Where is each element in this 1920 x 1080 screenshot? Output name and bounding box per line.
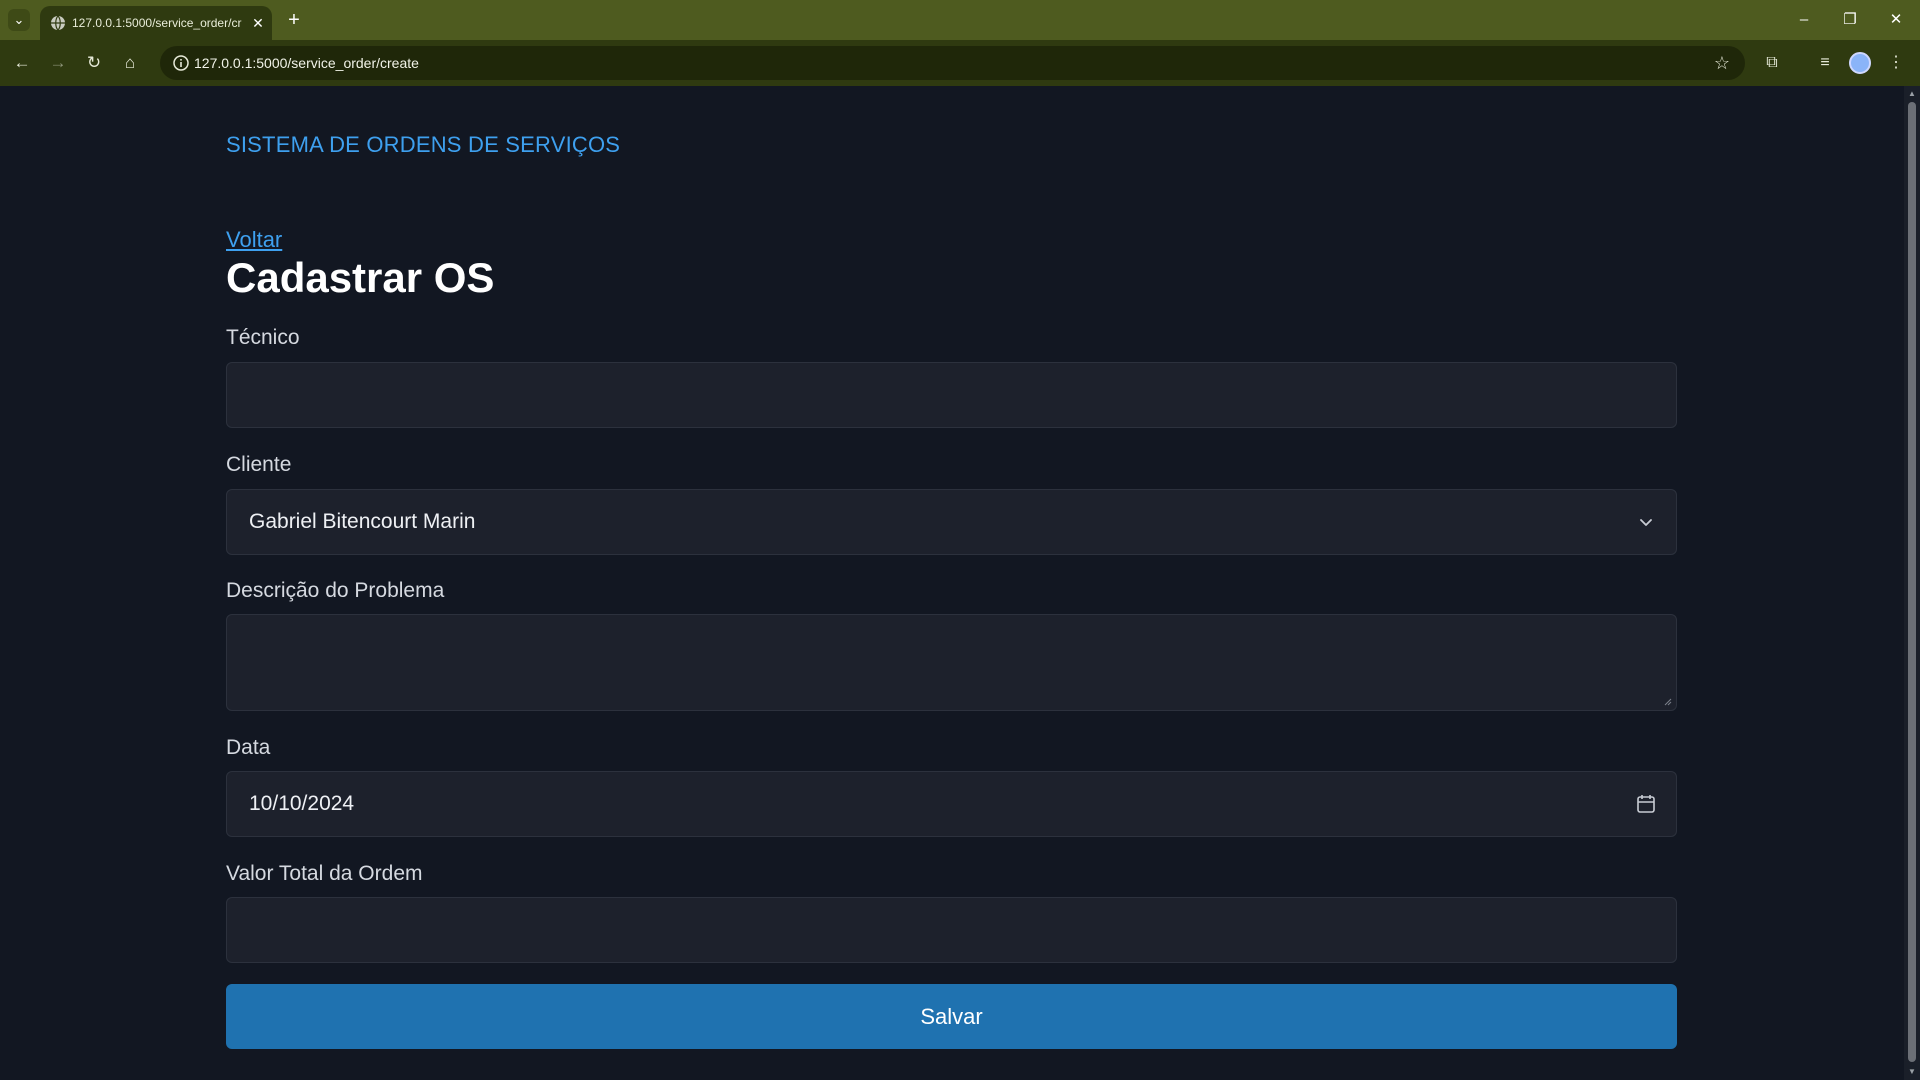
scrollbar-thumb[interactable] — [1908, 102, 1916, 1062]
browser-toolbar: ← → ↻ ⌂ 127.0.0.1:5000/service_order/cre… — [0, 40, 1920, 86]
save-button[interactable]: Salvar — [226, 984, 1677, 1049]
tecnico-label: Técnico — [226, 326, 300, 349]
info-icon[interactable] — [172, 54, 190, 72]
tab-list-icon[interactable]: ⌄ — [8, 9, 30, 31]
profile-icon[interactable] — [1849, 52, 1871, 74]
globe-icon — [51, 15, 65, 31]
cliente-selected-value: Gabriel Bitencourt Marin — [249, 510, 476, 533]
back-icon[interactable]: ← — [10, 51, 34, 75]
close-icon[interactable]: ✕ — [248, 13, 268, 33]
page-title: Cadastrar OS — [226, 254, 495, 301]
chevron-down-icon — [1640, 519, 1652, 526]
page-content: SISTEMA DE ORDENS DE SERVIÇOS Voltar Cad… — [0, 86, 1904, 1080]
minimize-button[interactable]: – — [1786, 8, 1822, 32]
address-bar[interactable]: 127.0.0.1:5000/service_order/create ☆ — [160, 46, 1745, 80]
scroll-down-icon[interactable]: ▼ — [1907, 1067, 1917, 1077]
data-input[interactable]: 10/10/2024 — [226, 771, 1677, 837]
star-icon[interactable]: ☆ — [1711, 52, 1733, 74]
back-link[interactable]: Voltar — [226, 227, 282, 253]
browser-tab-bar: ⌄ 127.0.0.1:5000/service_order/cr ✕ + – … — [0, 0, 1920, 40]
plus-icon[interactable]: + — [282, 8, 306, 32]
scroll-up-icon[interactable]: ▲ — [1907, 89, 1917, 99]
window-close-button[interactable]: ✕ — [1878, 8, 1914, 32]
forward-icon[interactable]: → — [46, 51, 70, 75]
cliente-select[interactable]: Gabriel Bitencourt Marin — [226, 489, 1677, 555]
data-label: Data — [226, 736, 271, 759]
url-text: 127.0.0.1:5000/service_order/create — [194, 55, 419, 71]
page-scrollbar[interactable]: ▲ ▼ — [1904, 86, 1920, 1080]
tecnico-input[interactable] — [226, 362, 1677, 428]
media-icon[interactable]: ≡ — [1813, 51, 1837, 75]
restore-button[interactable]: ❐ — [1832, 8, 1868, 32]
descricao-label: Descrição do Problema — [226, 579, 445, 602]
calendar-icon[interactable] — [1634, 792, 1658, 816]
cliente-label: Cliente — [226, 453, 292, 476]
home-icon[interactable]: ⌂ — [118, 51, 142, 75]
brand-title[interactable]: SISTEMA DE ORDENS DE SERVIÇOS — [226, 132, 620, 158]
tab-title: 127.0.0.1:5000/service_order/cr — [72, 16, 242, 30]
menu-icon[interactable]: ⋮ — [1884, 51, 1908, 75]
reload-icon[interactable]: ↻ — [82, 51, 106, 75]
data-value: 10/10/2024 — [249, 792, 355, 815]
browser-tab[interactable]: 127.0.0.1:5000/service_order/cr ✕ — [40, 6, 272, 40]
descricao-textarea[interactable] — [226, 614, 1677, 711]
resize-grip-icon[interactable] — [1664, 698, 1672, 706]
valor-total-label: Valor Total da Ordem — [226, 862, 423, 885]
valor-total-input[interactable] — [226, 897, 1677, 963]
extensions-icon[interactable]: ⧉ — [1760, 51, 1784, 75]
